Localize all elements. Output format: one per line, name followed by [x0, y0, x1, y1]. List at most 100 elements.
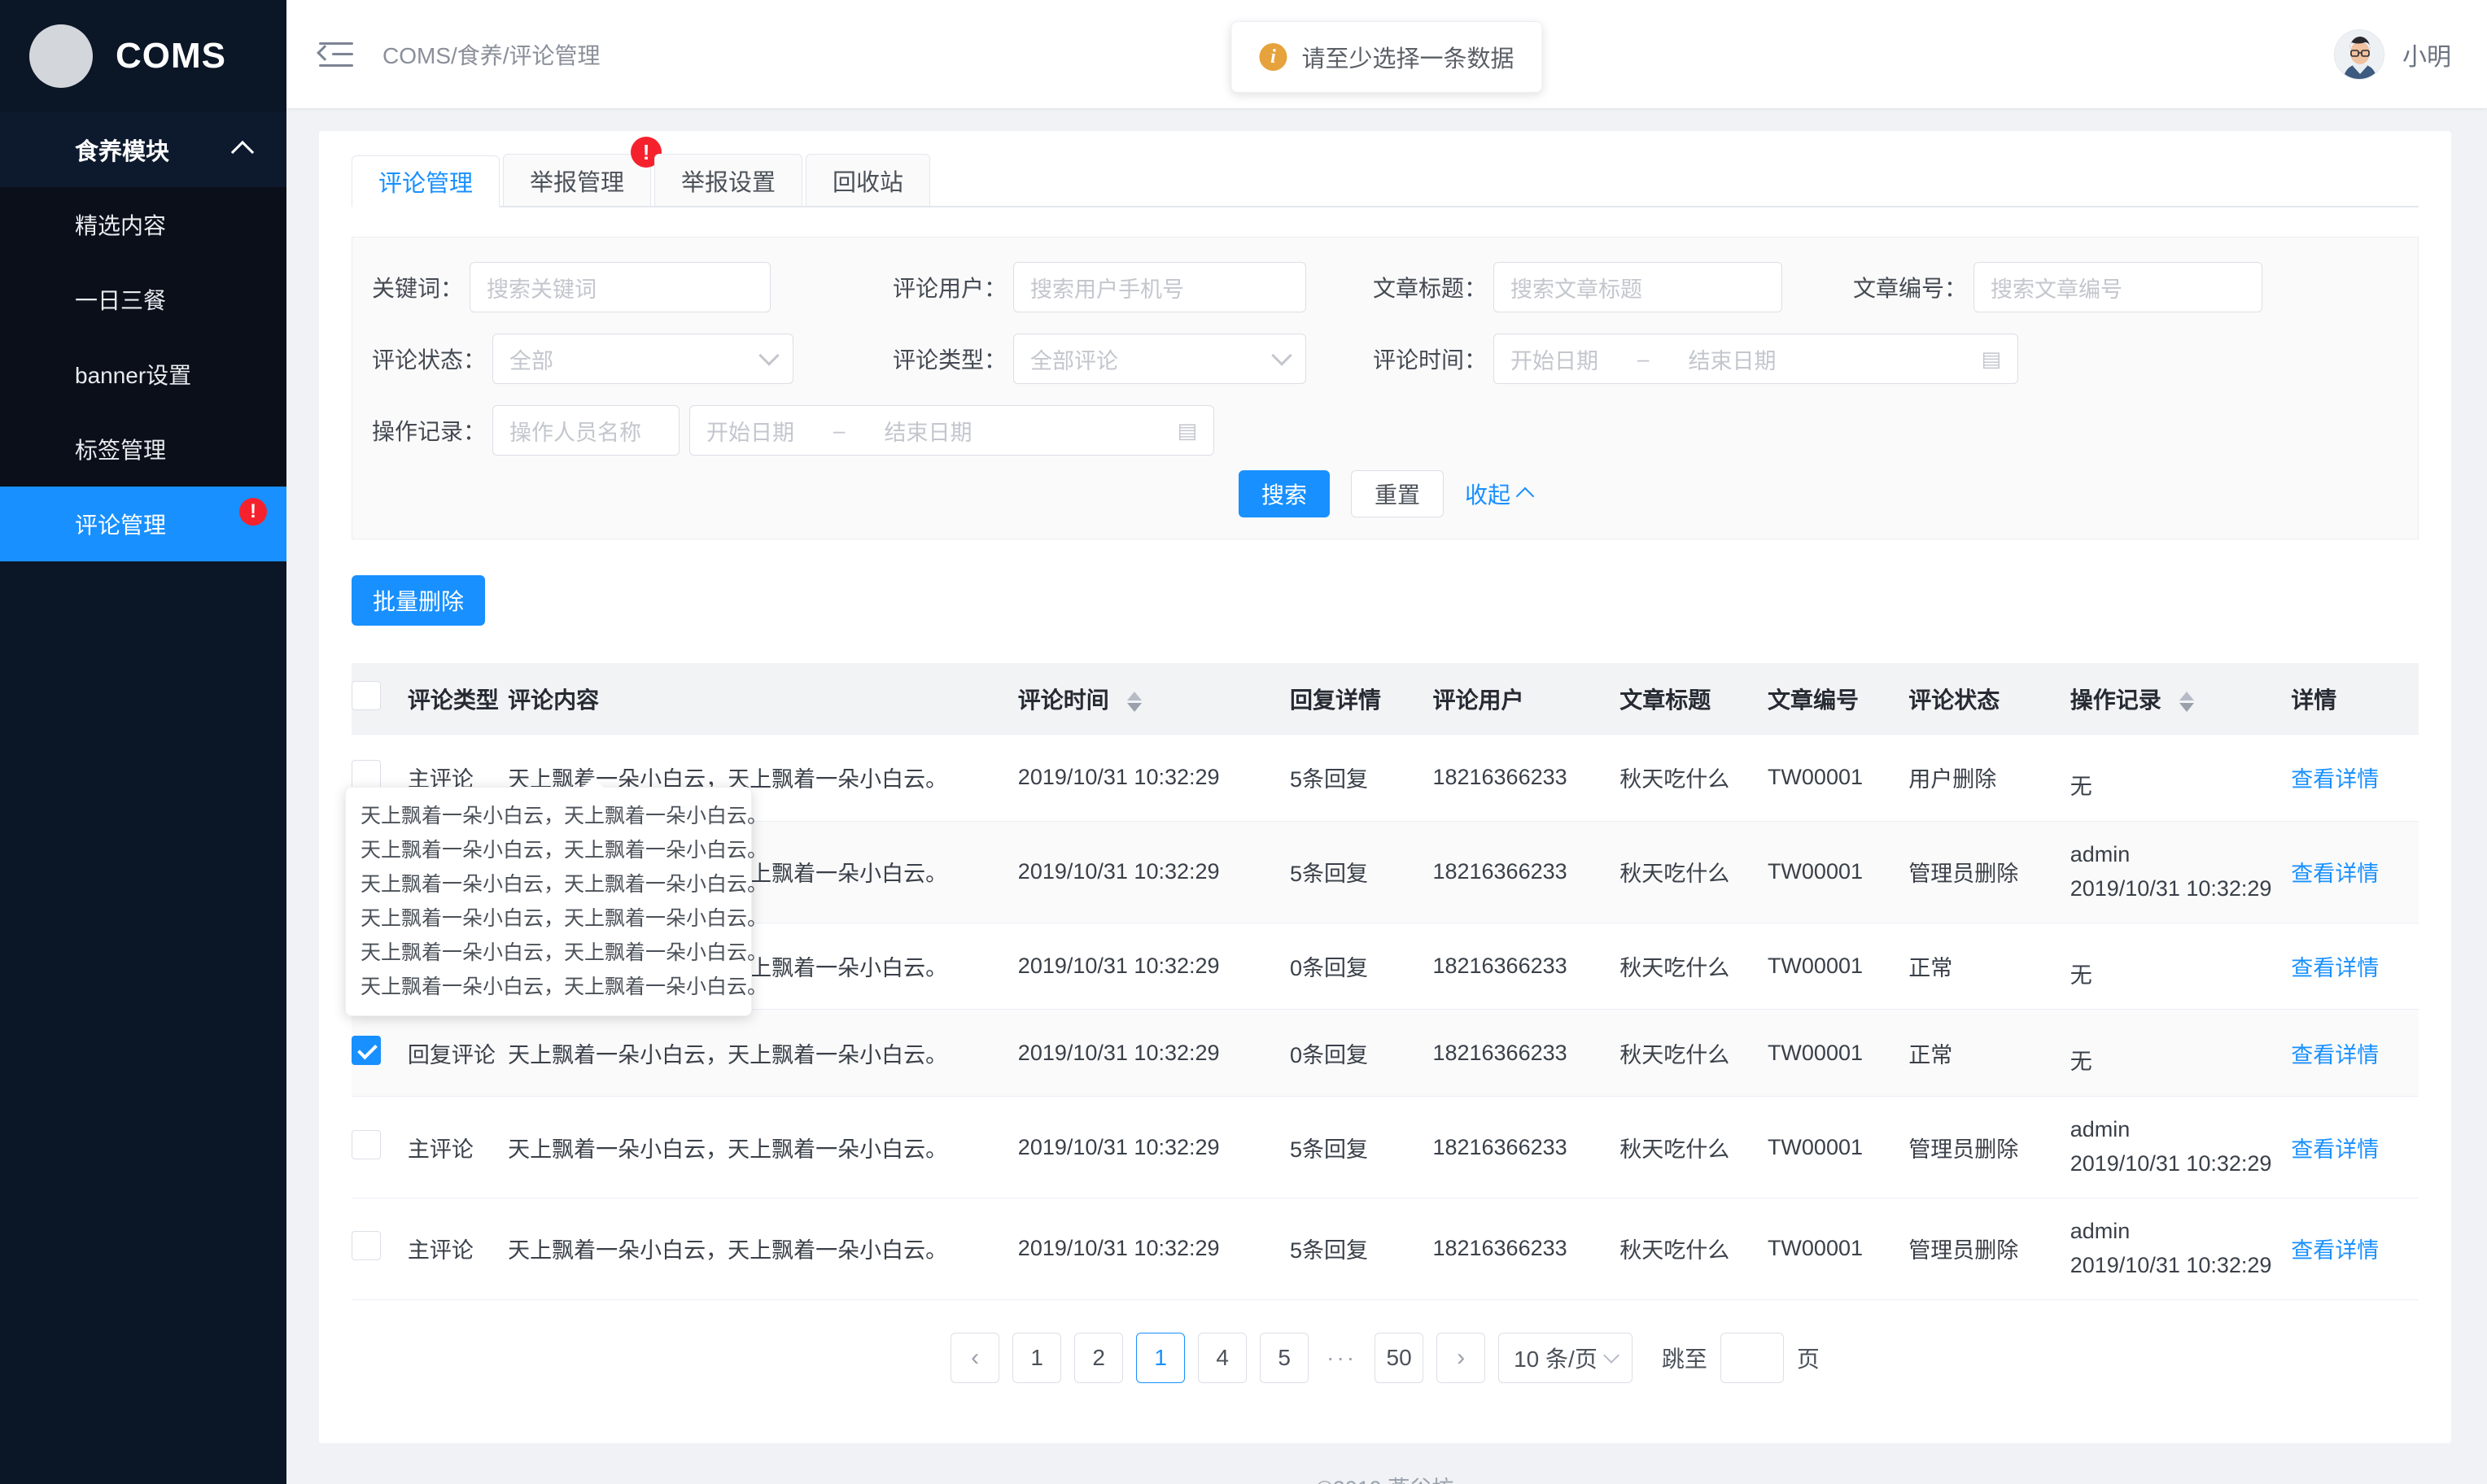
search-button[interactable]: 搜索 [1238, 470, 1330, 517]
filter-label: 评论类型： [893, 347, 1007, 373]
tab-report-settings[interactable]: 举报设置 [654, 154, 803, 206]
row-checkbox[interactable] [352, 1231, 381, 1261]
row-checkbox[interactable] [352, 760, 381, 790]
row-checkbox[interactable] [352, 1035, 381, 1065]
comment-user-input[interactable]: 搜索用户手机号 [1013, 262, 1307, 312]
filter-label: 评论时间： [1373, 347, 1488, 373]
th-label: 评论类型 [407, 687, 499, 713]
td-comment-time: 2019/10/31 10:32:29 [1017, 734, 1290, 822]
pagination-page-current[interactable]: 1 [1136, 1332, 1186, 1383]
view-detail-link[interactable]: 查看详情 [2291, 1043, 2379, 1067]
sidebar-item-pinglun[interactable]: 评论管理 ! [0, 487, 286, 561]
article-no-input[interactable]: 搜索文章编号 [1973, 262, 2263, 312]
filter-comment-user: 评论用户： 搜索用户手机号 [893, 262, 1373, 312]
select-value: 全部评论 [1030, 348, 1119, 373]
article-title-input[interactable]: 搜索文章标题 [1493, 262, 1783, 312]
th-label: 评论状态 [1908, 687, 2000, 713]
sort-icon[interactable] [1126, 691, 1142, 712]
td-detail: 查看详情 [2291, 734, 2419, 822]
td-article-no: TW00001 [1767, 923, 1909, 1010]
tab-label: 评论管理 [378, 170, 474, 197]
table-row[interactable]: 回复评论 天上飘着一朵小白云，天上飘着一朵小白云。 2019/10/31 10:… [352, 1009, 2419, 1098]
pagination-page-2[interactable]: 2 [1074, 1332, 1124, 1383]
input-placeholder: 操作人员名称 [509, 420, 642, 445]
tab-report-management[interactable]: 举报管理 ! [503, 137, 662, 206]
collapse-filters-link[interactable]: 收起 [1465, 478, 1535, 510]
comment-status-select[interactable]: 全部 [492, 334, 794, 384]
th-comment-time[interactable]: 评论时间 [1017, 663, 1290, 735]
input-placeholder: 搜索用户手机号 [1030, 277, 1185, 302]
th-label: 操作记录 [2070, 687, 2161, 713]
pagination-prev-button[interactable]: ‹ [951, 1332, 1000, 1383]
td-reply-detail: 0条回复 [1290, 923, 1433, 1010]
tab-recycle-bin[interactable]: 回收站 [806, 154, 931, 206]
pagination-page-5[interactable]: 5 [1260, 1332, 1309, 1383]
calendar-icon: ▤ [1177, 417, 1198, 443]
comment-type-select[interactable]: 全部评论 [1013, 334, 1307, 384]
reset-button[interactable]: 重置 [1350, 470, 1444, 517]
op-time: 2019/10/31 10:32:29 [2070, 1151, 2272, 1176]
view-detail-link[interactable]: 查看详情 [2291, 1137, 2379, 1162]
view-detail-link[interactable]: 查看详情 [2291, 1238, 2379, 1263]
th-comment-user: 评论用户 [1432, 663, 1620, 735]
brand[interactable]: COMS [0, 0, 286, 112]
content-scroll: 评论管理 举报管理 ! 举报设置 回收站 关键词： 搜索关键词 评论用户： 搜索… [286, 108, 2487, 1484]
tab-comment-management[interactable]: 评论管理 [352, 155, 500, 207]
th-label: 评论内容 [508, 687, 600, 713]
table-row[interactable]: 主评论 天上飘着一朵小白云，天上飘着一朵小白云。 2019/10/31 10:3… [352, 1198, 2419, 1300]
pagination-next-button[interactable]: › [1436, 1332, 1486, 1383]
td-detail: 查看详情 [2291, 1198, 2419, 1300]
filter-label: 文章标题： [1373, 276, 1488, 301]
jump-page-input[interactable] [1720, 1332, 1784, 1383]
select-all-checkbox[interactable] [352, 681, 381, 710]
td-comment-user: 18216366233 [1432, 1009, 1620, 1098]
bulk-delete-button[interactable]: 批量删除 [352, 575, 486, 626]
table-row[interactable]: 主评论 天上飘着一朵小白云，天上飘着一朵小白云。 2019/10/31 10:3… [352, 1096, 2419, 1198]
page-size-select[interactable]: 10 条/页 [1498, 1332, 1633, 1383]
filter-label: 关键词： [372, 276, 464, 301]
view-detail-link[interactable]: 查看详情 [2291, 767, 2379, 792]
td-comment-status: 用户删除 [1908, 734, 2070, 822]
sidebar-item-label: 标签管理 [75, 438, 167, 463]
pagination-ellipsis[interactable]: ··· [1322, 1345, 1362, 1371]
toast-text: 请至少选择一条数据 [1301, 46, 1514, 72]
pagination-page-4[interactable]: 4 [1198, 1332, 1248, 1383]
sidebar-submenu: 精选内容 一日三餐 banner设置 标签管理 评论管理 ! [0, 187, 286, 561]
brand-name: COMS [116, 36, 226, 76]
th-op-record[interactable]: 操作记录 [2070, 663, 2292, 735]
filter-op-record: 操作记录： 操作人员名称 开始日期 – 结束日期 ▤ [372, 405, 1215, 456]
operator-name-input[interactable]: 操作人员名称 [492, 405, 680, 456]
td-comment-content: 天上飘着一朵小白云，天上飘着一朵小白云。 [508, 1198, 1018, 1300]
sidebar-item-biaoqian[interactable]: 标签管理 [0, 412, 286, 487]
td-comment-status: 管理员删除 [1908, 1198, 2070, 1300]
sidebar-group-shiyang[interactable]: 食养模块 [0, 112, 286, 187]
view-detail-link[interactable]: 查看详情 [2291, 862, 2379, 886]
footer-copyright: ©2019 燕谷坊 [319, 1443, 2451, 1484]
sidebar-item-banner[interactable]: banner设置 [0, 337, 286, 412]
user-menu[interactable]: 小明 [2334, 28, 2451, 80]
row-checkbox[interactable] [352, 1129, 381, 1159]
view-detail-link[interactable]: 查看详情 [2291, 956, 2379, 980]
comment-management-card: 评论管理 举报管理 ! 举报设置 回收站 关键词： 搜索关键词 评论用户： 搜索… [319, 131, 2451, 1443]
pagination-page-1[interactable]: 1 [1012, 1332, 1062, 1383]
comment-time-range-picker[interactable]: 开始日期 – 结束日期 ▤ [1493, 334, 2019, 384]
tab-label: 举报设置 [681, 169, 776, 196]
th-label: 回复详情 [1290, 687, 1382, 713]
op-record-time-range-picker[interactable]: 开始日期 – 结束日期 ▤ [689, 405, 1215, 456]
op-time: 2019/10/31 10:32:29 [2070, 1252, 2272, 1277]
pagination-page-last[interactable]: 50 [1375, 1332, 1424, 1383]
td-detail: 查看详情 [2291, 821, 2419, 923]
filter-label: 文章编号： [1853, 276, 1968, 301]
sort-icon[interactable] [2179, 691, 2194, 712]
chevron-down-icon [1602, 1347, 1619, 1364]
menu-collapse-icon[interactable] [317, 41, 353, 68]
sidebar-item-jingxuan[interactable]: 精选内容 [0, 187, 286, 262]
th-reply-detail: 回复详情 [1290, 663, 1433, 735]
breadcrumb: COMS/食养/评论管理 [382, 42, 601, 68]
sidebar-item-sancan[interactable]: 一日三餐 [0, 262, 286, 337]
chevron-down-icon [1271, 345, 1292, 366]
sidebar-filler [0, 561, 286, 1484]
keyword-input[interactable]: 搜索关键词 [470, 262, 771, 312]
avatar [2334, 28, 2384, 80]
chevron-right-icon: › [1457, 1343, 1466, 1371]
